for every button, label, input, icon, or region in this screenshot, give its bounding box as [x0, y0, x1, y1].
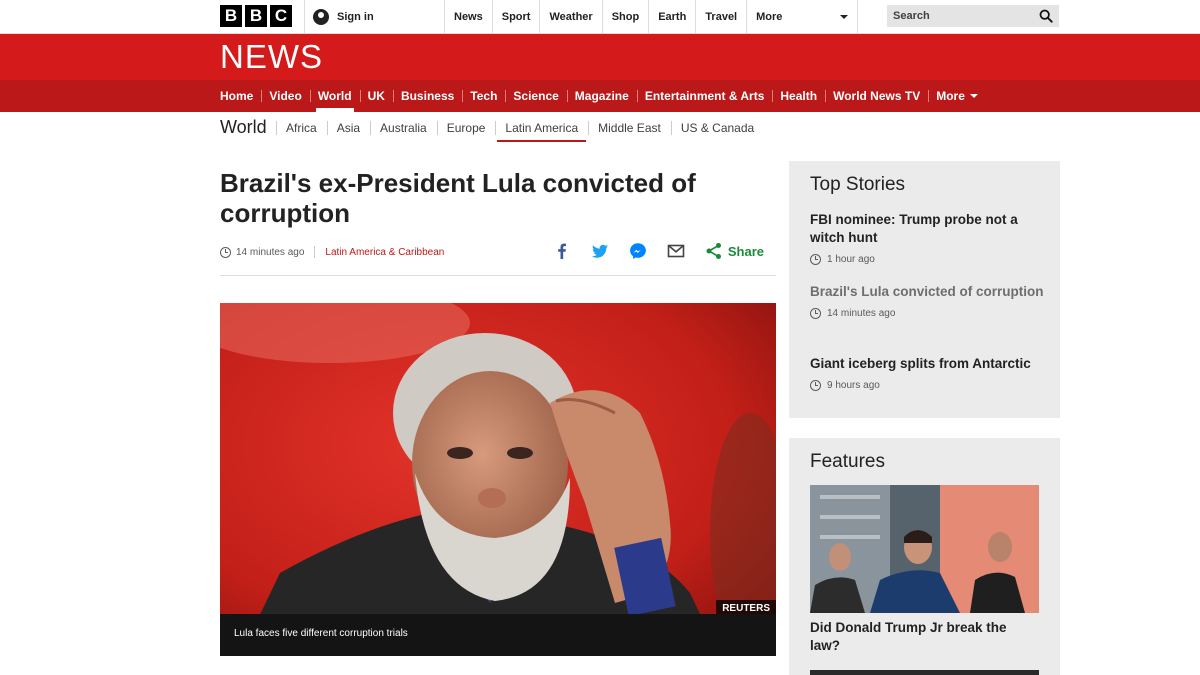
top-story-time: 9 hours ago: [810, 380, 1050, 391]
section-title[interactable]: World: [220, 117, 267, 138]
share-tools: Share: [553, 242, 764, 260]
sub-nav-asia[interactable]: Asia: [326, 112, 370, 144]
sign-in-link[interactable]: Sign in: [304, 0, 444, 33]
top-story-time-text: 1 hour ago: [827, 254, 875, 265]
features-heading: Features: [810, 451, 885, 472]
top-story-title[interactable]: FBI nominee: Trump probe not a witch hun…: [810, 211, 1050, 247]
main-nav-more[interactable]: More: [928, 80, 986, 112]
main-nav-magazine[interactable]: Magazine: [566, 80, 637, 112]
sub-nav-australia[interactable]: Australia: [370, 112, 437, 144]
share-button[interactable]: Share: [705, 242, 764, 260]
top-nav-more[interactable]: More: [746, 0, 859, 33]
bbc-logo-letter: B: [245, 5, 267, 27]
top-story-title[interactable]: Brazil's Lula convicted of corruption: [810, 283, 1050, 301]
main-nav-home[interactable]: Home: [212, 80, 261, 112]
top-story-item[interactable]: Brazil's Lula convicted of corruption 14…: [810, 283, 1050, 319]
features-panel: Features Did Donald Trump Jr break the l…: [789, 438, 1060, 675]
top-stories-heading: Top Stories: [810, 174, 906, 195]
main-nav-world-news-tv[interactable]: World News TV: [825, 80, 928, 112]
search-icon[interactable]: [1039, 9, 1053, 23]
sub-nav: World Africa Asia Australia Europe Latin…: [0, 112, 1200, 144]
facebook-icon[interactable]: [553, 242, 571, 260]
clock-icon: [810, 308, 821, 319]
feature-photo: [810, 485, 1039, 613]
sub-nav-us-canada[interactable]: US & Canada: [670, 112, 764, 144]
article-section-tag[interactable]: Latin America & Caribbean: [325, 247, 444, 258]
sub-nav-latin-america[interactable]: Latin America: [495, 112, 588, 144]
top-nav-earth[interactable]: Earth: [648, 0, 695, 33]
top-story-time-text: 14 minutes ago: [827, 308, 896, 319]
bbc-logo-letter: C: [270, 5, 292, 27]
share-icon: [706, 243, 721, 259]
article-timestamp: 14 minutes ago Latin America & Caribbean: [220, 246, 444, 258]
top-stories-panel: Top Stories FBI nominee: Trump probe not…: [789, 161, 1060, 418]
top-story-item[interactable]: Giant iceberg splits from Antarctic 9 ho…: [810, 355, 1050, 391]
top-nav: News Sport Weather Shop Earth Travel Mor…: [444, 0, 859, 33]
divider: [314, 246, 316, 258]
twitter-icon[interactable]: [591, 242, 609, 260]
user-icon: [313, 8, 329, 25]
email-icon[interactable]: [667, 242, 685, 260]
top-story-time: 1 hour ago: [810, 254, 1050, 265]
sign-in-label: Sign in: [337, 10, 374, 23]
messenger-icon[interactable]: [629, 242, 647, 260]
news-wordmark[interactable]: NEWS: [220, 38, 323, 76]
caret-down-icon: [840, 14, 849, 19]
main-nav: Home Video World UK Business Tech Scienc…: [0, 80, 1200, 112]
masthead: B B C Sign in News Sport Weather Shop Ea…: [0, 0, 1200, 34]
main-nav-health[interactable]: Health: [772, 80, 825, 112]
hero-image: REUTERS Lula faces five different corrup…: [220, 303, 776, 656]
feature-next-image[interactable]: [810, 670, 1039, 675]
main-nav-entertainment[interactable]: Entertainment & Arts: [636, 80, 773, 112]
top-story-time: 14 minutes ago: [810, 308, 1050, 319]
top-nav-more-label: More: [756, 10, 783, 23]
main-nav-tech[interactable]: Tech: [462, 80, 505, 112]
image-caption: Lula faces five different corruption tri…: [220, 614, 776, 656]
search-box[interactable]: Search: [887, 5, 1059, 27]
top-story-title[interactable]: Giant iceberg splits from Antarctic: [810, 355, 1050, 373]
main-nav-science[interactable]: Science: [505, 80, 566, 112]
clock-icon: [810, 254, 821, 265]
hero-photo: [220, 303, 776, 656]
top-nav-sport[interactable]: Sport: [491, 0, 540, 33]
news-banner: NEWS: [0, 34, 1200, 80]
article-time: 14 minutes ago: [236, 246, 305, 258]
top-nav-shop[interactable]: Shop: [601, 0, 649, 33]
top-nav-travel[interactable]: Travel: [695, 0, 746, 33]
main-nav-more-label: More: [936, 89, 965, 103]
sub-nav-middle-east[interactable]: Middle East: [588, 112, 671, 144]
clock-icon: [220, 246, 231, 258]
clock-icon: [810, 380, 821, 391]
top-story-time-text: 9 hours ago: [827, 380, 880, 391]
main-nav-video[interactable]: Video: [261, 80, 309, 112]
top-nav-news[interactable]: News: [444, 0, 492, 33]
caret-down-icon: [969, 94, 978, 98]
share-label: Share: [727, 243, 764, 259]
article-headline: Brazil's ex-President Lula convicted of …: [220, 168, 696, 228]
main-nav-uk[interactable]: UK: [359, 80, 393, 112]
sub-nav-africa[interactable]: Africa: [276, 112, 327, 144]
feature-title[interactable]: Did Donald Trump Jr break the law?: [810, 619, 1040, 655]
top-nav-weather[interactable]: Weather: [539, 0, 601, 33]
main-nav-business[interactable]: Business: [392, 80, 462, 112]
bbc-logo[interactable]: B B C: [220, 5, 292, 27]
sub-nav-europe[interactable]: Europe: [436, 112, 496, 144]
article-meta: 14 minutes ago Latin America & Caribbean: [220, 240, 776, 276]
main-nav-world[interactable]: World: [309, 80, 360, 112]
feature-image[interactable]: [810, 485, 1039, 613]
search-placeholder: Search: [893, 10, 930, 22]
bbc-logo-letter: B: [220, 5, 242, 27]
top-story-item[interactable]: FBI nominee: Trump probe not a witch hun…: [810, 211, 1050, 265]
